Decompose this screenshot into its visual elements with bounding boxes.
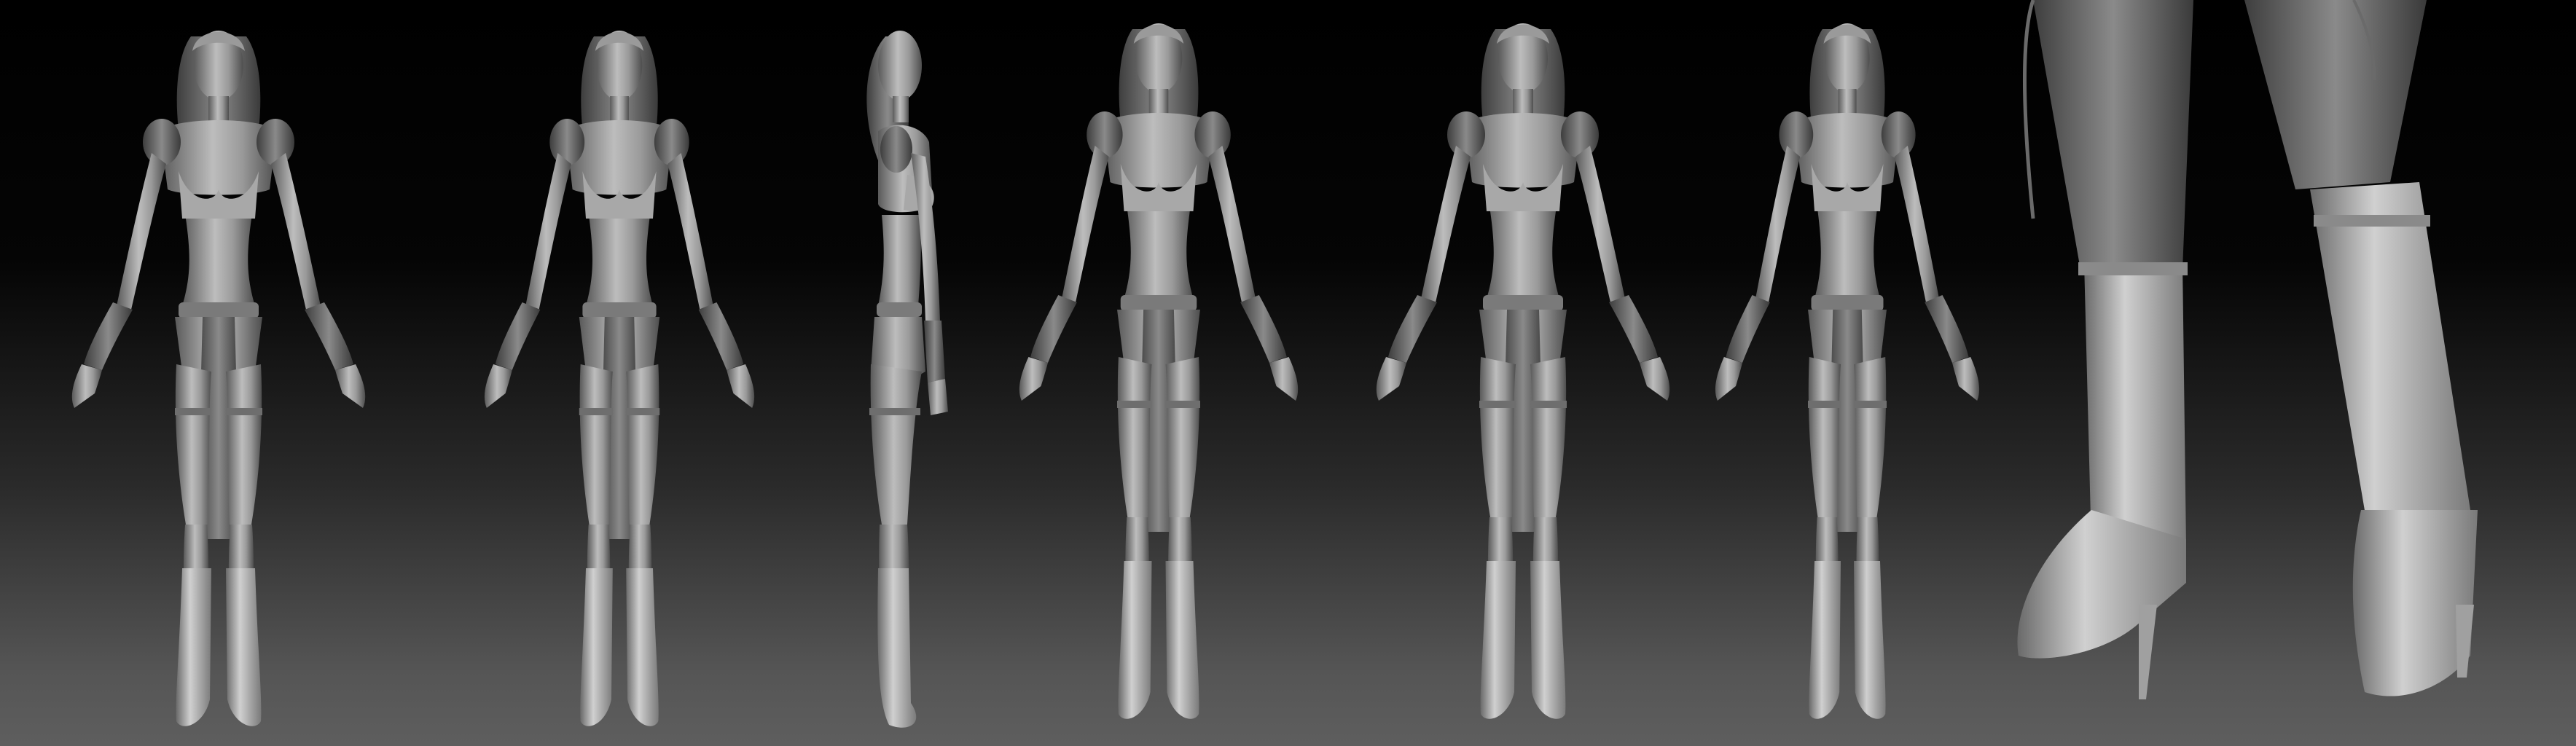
figure-back-three-quarter-view-left <box>1019 23 1299 719</box>
figure-side-view <box>866 31 948 728</box>
figure-back-three-quarter-view-right <box>1715 23 1980 719</box>
figure-front-view <box>71 31 366 726</box>
figures-layer <box>71 0 2478 728</box>
boot-closeup-view <box>2017 0 2478 699</box>
figure-back-view <box>1376 23 1670 719</box>
sculpt-turnaround-canvas <box>0 0 2576 746</box>
figure-front-three-quarter-view <box>484 31 755 726</box>
